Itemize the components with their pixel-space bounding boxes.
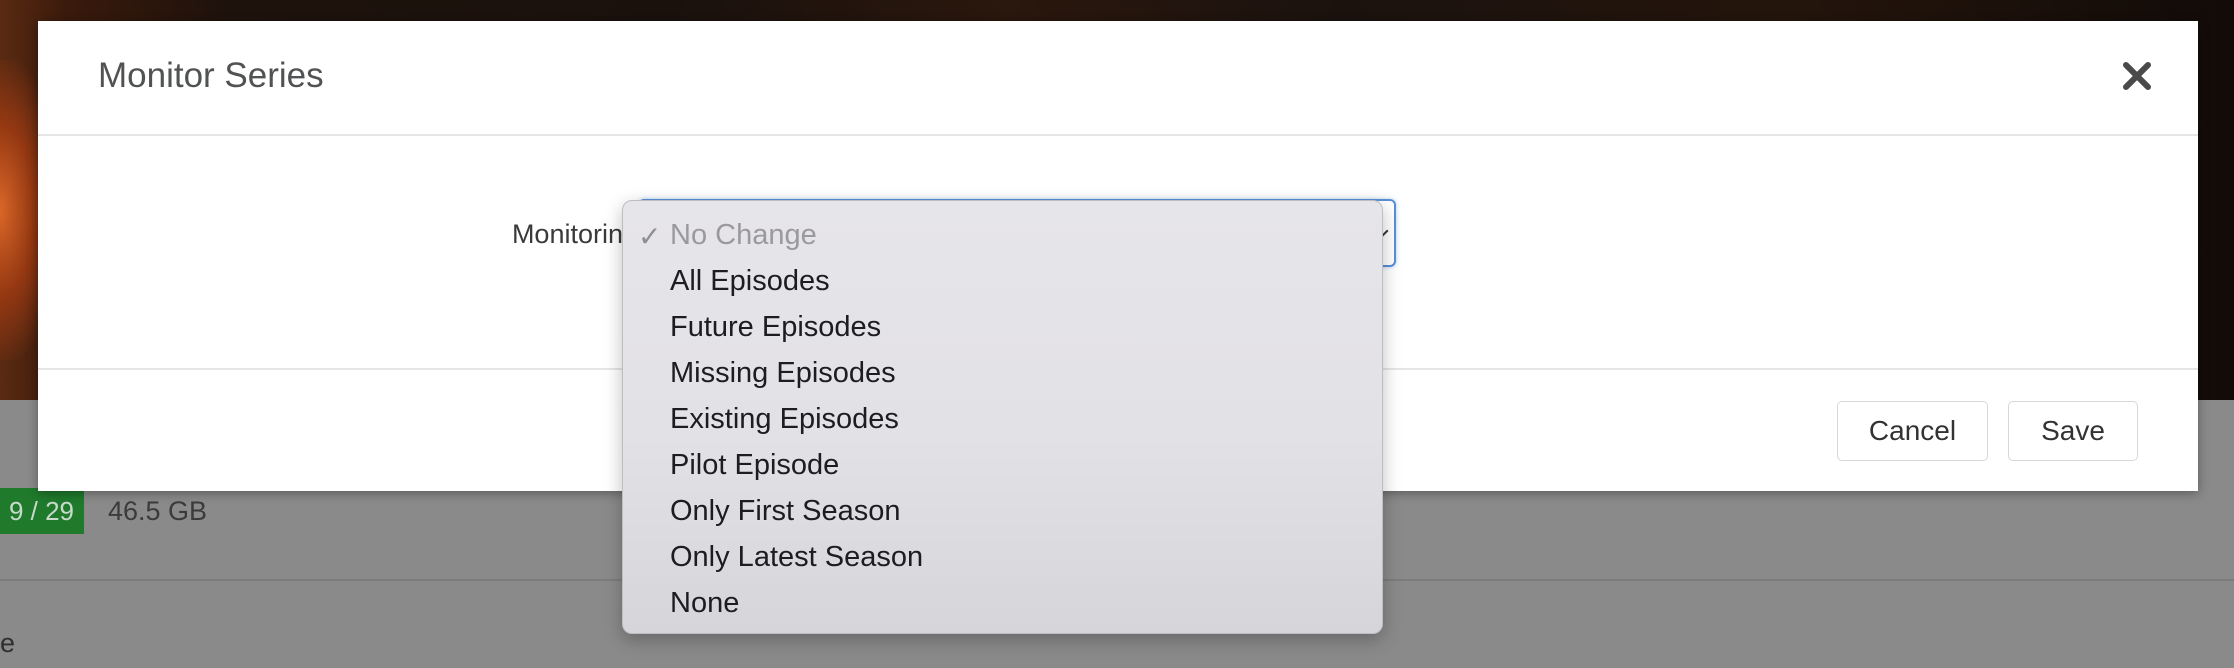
modal-title: Monitor Series xyxy=(98,56,324,95)
background-partial-text: e xyxy=(0,628,16,658)
save-button[interactable]: Save xyxy=(2008,401,2138,461)
cancel-button[interactable]: Cancel xyxy=(1837,401,1988,461)
option-existing-episodes[interactable]: Existing Episodes xyxy=(670,396,899,442)
modal-header: Monitor Series xyxy=(38,21,2198,136)
close-icon[interactable] xyxy=(2118,57,2156,95)
option-pilot-episode[interactable]: Pilot Episode xyxy=(670,442,839,488)
option-only-first-season[interactable]: Only First Season xyxy=(670,488,900,534)
checkmark-icon: ✓ xyxy=(638,221,662,252)
series-size-text: 46.5 GB xyxy=(108,496,208,526)
option-no-change[interactable]: No Change xyxy=(670,212,817,258)
option-all-episodes[interactable]: All Episodes xyxy=(670,258,830,304)
monitoring-label: Monitoring xyxy=(511,219,638,249)
episode-count-badge: 9 / 29 xyxy=(0,488,84,534)
option-none[interactable]: None xyxy=(670,580,739,626)
option-missing-episodes[interactable]: Missing Episodes xyxy=(670,350,896,396)
monitoring-dropdown-menu: ✓ No Change All Episodes Future Episodes… xyxy=(622,200,1383,634)
option-future-episodes[interactable]: Future Episodes xyxy=(670,304,881,350)
option-only-latest-season[interactable]: Only Latest Season xyxy=(670,534,923,580)
